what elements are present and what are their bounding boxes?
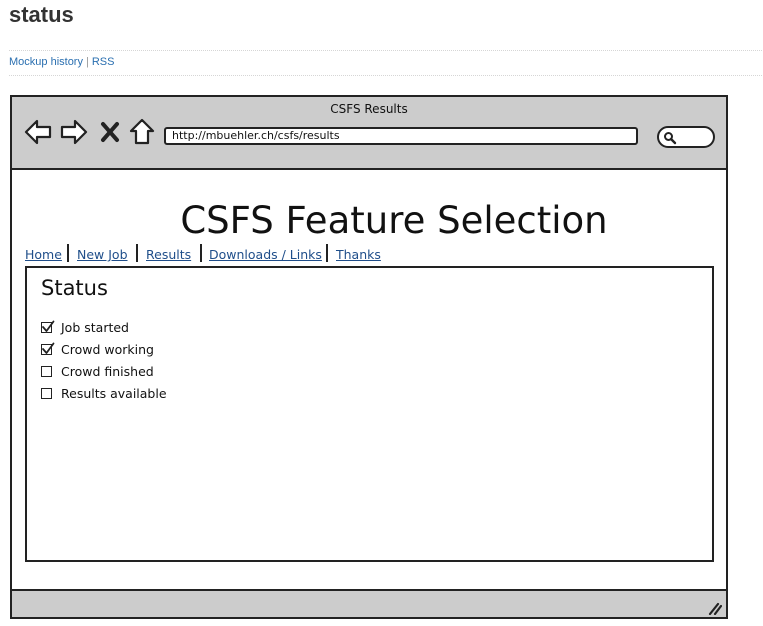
section-title: Status bbox=[41, 276, 108, 300]
rss-link[interactable]: RSS bbox=[92, 56, 115, 68]
window-title: CSFS Results bbox=[330, 102, 408, 116]
tab-separator bbox=[67, 244, 69, 262]
tab-downloads-links[interactable]: Downloads / Links bbox=[209, 247, 322, 262]
checkbox-unchecked[interactable] bbox=[41, 366, 52, 377]
tab-separator bbox=[326, 244, 328, 262]
status-panel: Status Job started Crowd working Crowd f… bbox=[25, 266, 714, 562]
status-item-label: Job started bbox=[61, 320, 129, 335]
link-separator: | bbox=[85, 56, 89, 68]
checkbox-unchecked[interactable] bbox=[41, 388, 52, 399]
browser-chrome: CSFS Results http://mbuehler.ch/csfs/res… bbox=[12, 97, 726, 170]
divider bbox=[9, 75, 762, 76]
checkbox-checked[interactable] bbox=[41, 320, 55, 333]
checkmark-icon bbox=[42, 320, 55, 332]
page-links: Mockup history | RSS bbox=[9, 56, 114, 68]
tab-separator bbox=[200, 244, 202, 262]
browser-mockup: CSFS Results http://mbuehler.ch/csfs/res… bbox=[10, 95, 728, 619]
checkmark-icon bbox=[42, 342, 55, 354]
status-item-label: Results available bbox=[61, 386, 167, 401]
browser-status-bar bbox=[12, 589, 726, 617]
status-item-results-available: Results available bbox=[41, 386, 241, 402]
search-box[interactable] bbox=[657, 126, 715, 148]
resize-grip-icon[interactable] bbox=[706, 601, 722, 615]
mockup-history-link[interactable]: Mockup history bbox=[9, 56, 83, 68]
app-title: CSFS Feature Selection bbox=[180, 199, 608, 242]
tab-results[interactable]: Results bbox=[146, 247, 191, 262]
page-title: status bbox=[9, 2, 74, 27]
forward-arrow-icon[interactable] bbox=[60, 118, 88, 146]
tab-new-job[interactable]: New Job bbox=[77, 247, 128, 262]
back-arrow-icon[interactable] bbox=[24, 118, 52, 146]
divider bbox=[9, 50, 762, 51]
search-icon bbox=[664, 132, 677, 145]
status-item-crowd-finished: Crowd finished bbox=[41, 364, 241, 380]
checkbox-checked[interactable] bbox=[41, 342, 55, 355]
tab-home[interactable]: Home bbox=[25, 247, 62, 262]
close-x-icon[interactable] bbox=[100, 118, 120, 146]
status-item-crowd-working: Crowd working bbox=[41, 342, 241, 358]
tab-separator bbox=[136, 244, 138, 262]
tab-thanks[interactable]: Thanks bbox=[336, 247, 381, 262]
address-bar[interactable]: http://mbuehler.ch/csfs/results bbox=[164, 127, 638, 145]
status-item-label: Crowd finished bbox=[61, 364, 154, 379]
home-icon[interactable] bbox=[128, 118, 156, 146]
status-item-label: Crowd working bbox=[61, 342, 154, 357]
status-item-job-started: Job started bbox=[41, 320, 241, 336]
